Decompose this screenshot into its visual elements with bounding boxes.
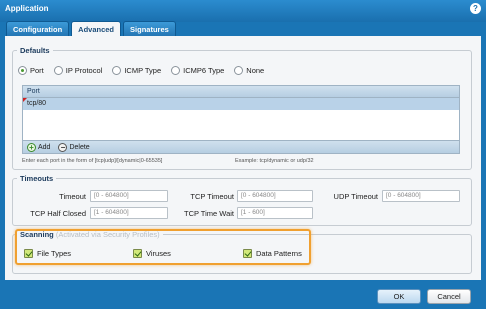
cancel-button[interactable]: Cancel	[427, 289, 471, 304]
checkbox-data-patterns[interactable]: Data Patterns	[243, 249, 302, 258]
udp-timeout-input[interactable]: [0 - 604800]	[382, 190, 460, 202]
checkbox-checked-icon[interactable]	[133, 249, 142, 258]
dialog-title: Application	[5, 4, 49, 13]
radio-icmp-type-label: ICMP Type	[124, 66, 162, 75]
defaults-legend: Defaults	[20, 46, 50, 55]
radio-icon[interactable]	[234, 66, 244, 75]
tcp-half-closed-input[interactable]: [1 - 604800]	[90, 207, 168, 219]
radio-icon[interactable]	[53, 66, 63, 75]
radio-port-label: Port	[30, 66, 44, 75]
port-format-hint: Enter each port in the form of [tcp|udp]…	[22, 158, 163, 164]
tab-advanced[interactable]: Advanced	[71, 21, 122, 36]
checkbox-viruses[interactable]: Viruses	[133, 249, 171, 258]
port-example-hint: Example: tcp/dynamic or udp/32	[235, 158, 314, 164]
tcp-half-closed-label: TCP Half Closed	[30, 209, 86, 218]
grid-toolbar: + Add − Delete	[23, 140, 459, 153]
radio-ip-protocol[interactable]: IP Protocol	[53, 66, 103, 75]
radio-icon[interactable]	[112, 66, 122, 75]
port-cell: tcp/80	[27, 100, 47, 107]
port-column-header[interactable]: Port	[23, 86, 459, 98]
ok-button[interactable]: OK	[377, 289, 421, 304]
defaults-radio-group: Port IP Protocol ICMP Type ICMP6 Type No…	[18, 66, 264, 75]
tcp-timeout-input[interactable]: [0 - 604800]	[237, 190, 313, 202]
timeout-label: Timeout	[59, 192, 86, 201]
delete-button[interactable]: − Delete	[58, 142, 90, 152]
add-icon: +	[27, 142, 36, 152]
checkbox-file-types[interactable]: File Types	[24, 249, 71, 258]
tcp-time-wait-input[interactable]: [1 - 600]	[237, 207, 313, 219]
timeouts-legend: Timeouts	[20, 174, 54, 183]
scanning-highlight	[15, 229, 311, 265]
checkbox-checked-icon[interactable]	[24, 249, 33, 258]
application-dialog: Application ? Configuration Advanced Sig…	[0, 0, 486, 309]
data-patterns-label: Data Patterns	[256, 249, 302, 258]
tcp-time-wait-label: TCP Time Wait	[183, 209, 234, 218]
radio-none[interactable]: None	[234, 66, 264, 75]
radio-port[interactable]: Port	[18, 66, 44, 75]
viruses-label: Viruses	[146, 249, 171, 258]
checkbox-checked-icon[interactable]	[243, 249, 252, 258]
timeout-input[interactable]: [0 - 604800]	[90, 190, 168, 202]
tab-signatures[interactable]: Signatures	[123, 21, 176, 36]
udp-timeout-label: UDP Timeout	[333, 192, 378, 201]
tab-bar: Configuration Advanced Signatures	[6, 21, 176, 36]
radio-ip-protocol-label: IP Protocol	[65, 66, 103, 75]
radio-icmp6-type-label: ICMP6 Type	[183, 66, 225, 75]
delete-icon: −	[58, 142, 68, 152]
tab-configuration[interactable]: Configuration	[6, 21, 70, 36]
dialog-titlebar: Application ?	[0, 0, 486, 22]
modified-flag-icon	[23, 98, 27, 102]
port-grid: Port tcp/80 + Add − Delete	[22, 85, 460, 154]
help-icon[interactable]: ?	[470, 3, 481, 14]
radio-icmp6-type[interactable]: ICMP6 Type	[171, 66, 224, 75]
radio-icon[interactable]	[171, 66, 181, 75]
radio-none-label: None	[246, 66, 265, 75]
radio-icmp-type[interactable]: ICMP Type	[112, 66, 161, 75]
table-row[interactable]: tcp/80	[23, 98, 459, 110]
delete-label: Delete	[69, 143, 90, 151]
radio-selected-icon[interactable]	[18, 66, 27, 75]
add-button[interactable]: + Add	[27, 142, 51, 152]
add-label: Add	[38, 143, 51, 151]
file-types-label: File Types	[37, 249, 72, 258]
tcp-timeout-label: TCP Timeout	[190, 192, 234, 201]
